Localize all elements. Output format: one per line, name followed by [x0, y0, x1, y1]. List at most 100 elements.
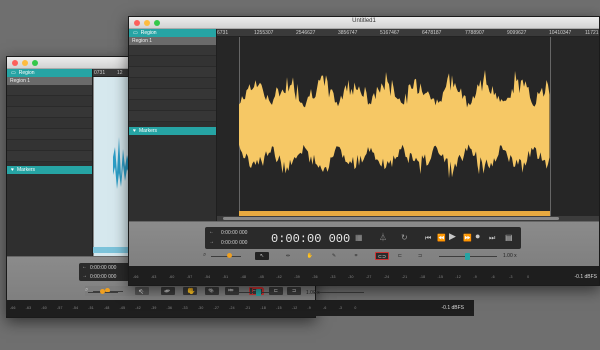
ruler-tick: 2546627 — [296, 30, 316, 36]
front-titlebar[interactable]: Untitled1 — [129, 17, 599, 29]
resize-tool-button[interactable]: ⇹ — [281, 252, 295, 260]
arrow-left-icon: ← — [82, 264, 87, 270]
meter-tick: -51 — [222, 275, 229, 279]
magnifier-icon[interactable]: ⌕ — [203, 252, 206, 259]
meter-tick: -42 — [135, 306, 141, 310]
arrow-right-icon: → — [209, 239, 214, 245]
meter-tick: -12 — [455, 275, 462, 279]
region-icon: ▭ — [11, 70, 16, 76]
hand-icon[interactable]: ✋ — [188, 288, 195, 295]
meter-tick: -6 — [491, 275, 495, 279]
minimize-button[interactable] — [22, 60, 28, 66]
meter-tick: -9 — [473, 275, 477, 279]
meter-tick: -30 — [197, 306, 204, 310]
meter-tick: -18 — [419, 275, 426, 279]
region-bar[interactable] — [239, 211, 550, 216]
markers-header[interactable]: ♥ Markers — [129, 127, 216, 135]
zoom-button[interactable] — [32, 60, 38, 66]
transport-bar: ← 0:00:00 000 → 0:00:00 000 0:00:00 000 … — [129, 221, 599, 285]
back-dbfs-label: -0.1 dBFS — [441, 305, 464, 311]
back-ruler[interactable]: 0731 12 — [93, 69, 129, 77]
back-zoom-knob-visible[interactable] — [100, 289, 105, 294]
timecode-display: 0:00:00 000 — [271, 232, 351, 246]
meter-tick: -33 — [182, 306, 188, 310]
back-meter-strip: -66 -63 -60 -57 -54 -51 -48 -45 -42 -39 -36 -33 -30-… — [6, 300, 474, 316]
scroll-thumb[interactable] — [223, 217, 559, 220]
meter-tick: -3 — [338, 306, 343, 310]
meter-tick: -45 — [119, 306, 126, 310]
fade-in-button[interactable]: ⊏ — [393, 252, 407, 260]
waveform-area[interactable] — [217, 37, 599, 221]
meter-tick: -51 — [88, 306, 94, 310]
heart-icon: ♥ — [133, 128, 136, 134]
record-icon[interactable]: ● — [475, 232, 480, 241]
back-region-header[interactable]: ▭ Region — [7, 69, 92, 77]
ruler-tick: 10410347 — [549, 30, 572, 36]
grid-view-icon[interactable]: ▤ — [505, 234, 513, 242]
ruler-tick: 3856747 — [338, 30, 358, 36]
meter-tick: -24 — [383, 275, 390, 279]
region-header[interactable]: ▭ Region — [129, 29, 216, 37]
back-markers-header[interactable]: ♥ Markers — [7, 166, 92, 174]
rewind-icon[interactable]: ⏮ — [425, 235, 431, 242]
back-waveform-area[interactable] — [93, 77, 129, 256]
meter-tick: -42 — [276, 275, 282, 279]
meter-tick: -63 — [150, 275, 157, 279]
meter-tick: -48 — [240, 275, 247, 279]
ruler-tick: 9099627 — [507, 30, 527, 36]
ruler-tick: 12 — [117, 70, 123, 76]
region-item[interactable]: Region 1 — [129, 37, 216, 45]
crop-tool-button[interactable]: ⌗ — [349, 252, 363, 260]
forward-icon[interactable]: ⏩ — [463, 235, 472, 242]
timeline-ruler[interactable]: 6731 1255307 2546627 3856747 5167467 647… — [217, 29, 599, 37]
meter-tick: -24 — [229, 306, 235, 310]
back-region-item[interactable]: Region 1 — [7, 77, 92, 85]
meter-tick: -15 — [276, 306, 282, 310]
close-button[interactable] — [12, 60, 18, 66]
meter-tick: -33 — [330, 275, 336, 279]
meter-tick: -66 — [133, 275, 139, 279]
zoom-slider[interactable] — [211, 256, 241, 257]
pencil-tool-button[interactable]: ✎ — [327, 252, 341, 260]
grid-icon[interactable]: ▦ — [355, 234, 363, 242]
resize-icon[interactable]: ⇹ — [164, 288, 169, 295]
ruler-tick: 11721 — [585, 30, 599, 36]
transport-cluster: ← 0:00:00 000 → 0:00:00 000 0:00:00 000 … — [205, 227, 521, 249]
play-icon[interactable]: ▶ — [449, 232, 456, 241]
start-time[interactable]: 0:00:00 000 — [221, 230, 247, 236]
zoom-knob[interactable] — [227, 253, 232, 258]
meter-tick: -39 — [294, 275, 300, 279]
dbfs-label: -0.1 dBFS — [574, 274, 597, 280]
hand-tool-button[interactable]: ✋ — [303, 252, 317, 260]
loop-icon[interactable]: ↻ — [401, 234, 408, 242]
arrow-right-icon: → — [82, 273, 87, 279]
meter-tick: -57 — [56, 306, 63, 310]
pencil-icon[interactable]: ✎ — [208, 288, 213, 295]
front-window[interactable]: Untitled1 ▭ Region Region 1 ♥ Markers 6731… — [128, 16, 600, 286]
end-icon[interactable]: ⏭ — [489, 235, 495, 242]
meter-tick: -3 — [509, 275, 513, 279]
back-volume-knob[interactable] — [256, 289, 261, 296]
meter-tick: 0 — [527, 275, 530, 279]
ruler-tick: 6731 — [217, 30, 229, 36]
cursor-icon[interactable]: ↖ — [138, 288, 144, 296]
end-time[interactable]: 0:00:00 000 — [221, 240, 247, 246]
back-tool-row-visible: ↖ ⇹ ✋ ✎ ⌗ — [80, 287, 364, 299]
back-sidebar: ▭ Region Region 1 ♥ Markers — [7, 69, 93, 256]
cursor-tool-button[interactable]: ↖ — [255, 252, 269, 260]
metronome-icon[interactable]: ⏃ — [379, 234, 387, 242]
fade-out-button[interactable]: ⊐ — [413, 252, 427, 260]
meter-tick: -6 — [323, 306, 327, 310]
window-title: Untitled1 — [352, 18, 376, 24]
loop-tool-button[interactable]: ⊂⊃ — [375, 252, 389, 260]
meter-tick: -36 — [312, 275, 318, 279]
waveform — [217, 37, 599, 221]
meter-tick: -9 — [307, 306, 311, 310]
back-icon[interactable]: ⏪ — [437, 235, 446, 242]
zoom-label: 1.00 x — [503, 253, 517, 259]
meter-tick: -54 — [72, 306, 79, 310]
meter-tick: 0 — [354, 306, 357, 310]
volume-knob[interactable] — [465, 253, 470, 260]
meter-tick: -57 — [186, 275, 193, 279]
ruler-tick: 7788907 — [465, 30, 485, 36]
